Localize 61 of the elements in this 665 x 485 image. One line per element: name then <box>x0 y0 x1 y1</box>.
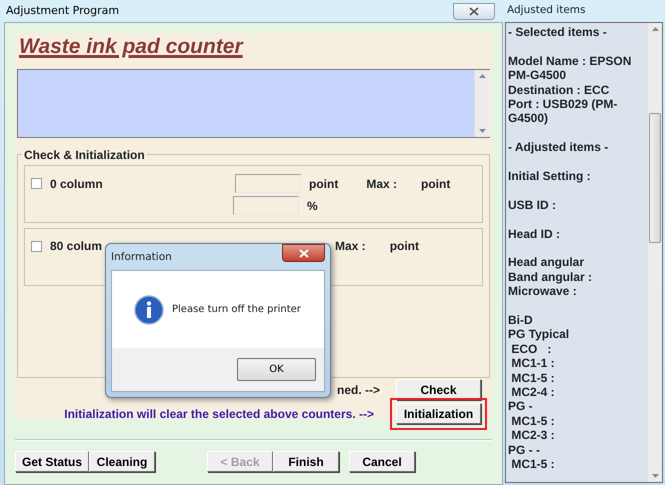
dialog-title: Information <box>111 250 172 265</box>
value-field[interactable] <box>235 174 301 193</box>
close-icon <box>298 248 308 258</box>
info-line: - Selected items - <box>508 25 608 40</box>
info-icon <box>134 294 164 324</box>
info-line: Head angular <box>508 255 586 270</box>
close-button[interactable] <box>453 3 495 20</box>
info-line: PG - <box>508 399 534 414</box>
close-icon <box>469 7 479 16</box>
scrollbar-thumb[interactable] <box>649 112 661 242</box>
max-label: Max : <box>366 176 398 192</box>
percent-field[interactable] <box>233 196 299 215</box>
info-line: Head ID : <box>508 226 562 242</box>
window-title: Adjustment Program <box>6 3 120 19</box>
info-line: USB ID : <box>508 198 557 212</box>
panel-title: Adjusted items <box>506 3 586 18</box>
note-text: Initialization will clear the selected above counters. --> <box>64 406 374 423</box>
max-label: Max : <box>335 238 366 255</box>
checkbox[interactable] <box>31 240 42 252</box>
info-line: Bi-D <box>508 313 534 328</box>
info-line: MC1-5 : <box>510 370 556 386</box>
ok-button[interactable]: OK <box>237 358 316 381</box>
info-line: Destination : ECC <box>508 82 610 98</box>
info-line: ECO : <box>510 342 552 356</box>
counter-label: 80 colum <box>50 238 104 255</box>
percent-label: % <box>307 198 318 214</box>
scroll-down-icon[interactable] <box>479 129 486 133</box>
info-line: PG - - <box>508 442 541 458</box>
unit-label: point <box>421 176 450 192</box>
scroll-down-icon[interactable] <box>652 474 658 478</box>
check-button[interactable]: Check <box>396 379 481 400</box>
note-text: ned. --> <box>336 382 380 398</box>
scrollbar[interactable] <box>474 70 490 137</box>
info-line: MC1-5 : <box>510 414 556 428</box>
info-line: MC1-1 : <box>510 356 556 371</box>
info-line: Microwave : <box>508 284 578 299</box>
scroll-up-icon[interactable] <box>479 74 486 78</box>
scroll-up-icon[interactable] <box>652 27 658 31</box>
info-line: MC2-4 : <box>510 385 556 400</box>
info-line: Model Name : EPSON PM-G4500 <box>508 54 632 83</box>
dialog-message: Please turn off the printer <box>172 303 301 317</box>
log-field[interactable] <box>17 69 490 138</box>
info-line: Initial Setting : <box>508 169 592 184</box>
info-line: Band angular : <box>508 270 594 284</box>
close-button[interactable] <box>282 244 325 262</box>
checkbox[interactable] <box>31 178 42 189</box>
footer-button[interactable]: Cleaning <box>89 451 156 472</box>
info-line: - Adjusted items - <box>508 140 610 155</box>
info-line: MC1-5 : <box>510 457 556 472</box>
scrollbar[interactable] <box>647 23 662 482</box>
counter-label: 0 column <box>50 176 104 192</box>
initialization-button[interactable]: Initialization <box>396 403 481 424</box>
heading: Waste ink pad counter <box>18 35 243 59</box>
info-line: MC2-3 : <box>510 428 556 443</box>
footer-button[interactable]: Finish <box>273 451 340 472</box>
unit-label: point <box>390 238 420 255</box>
unit-label: point <box>309 176 338 192</box>
info-line: Port : USB029 (PM-G4500) <box>508 97 618 126</box>
footer-button[interactable]: Cancel <box>349 451 416 472</box>
info-line: PG Typical <box>508 327 570 342</box>
footer-button[interactable]: Get Status <box>15 451 90 472</box>
